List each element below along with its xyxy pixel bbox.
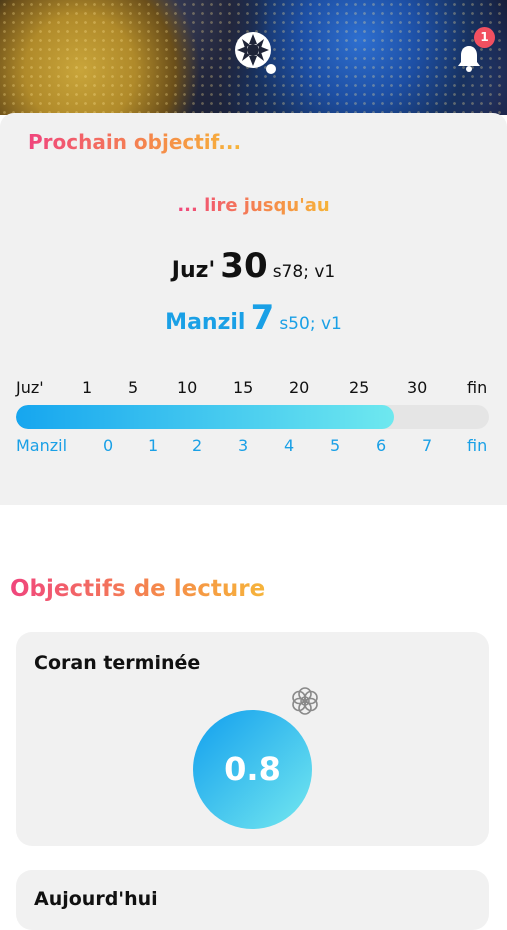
manzil-scale-tick: 3 [238,436,249,455]
manzil-scale-tick: 4 [284,436,295,455]
reading-progress-bar [16,405,489,429]
juz-scale-tick: 25 [349,378,370,397]
manzil-scale-tick: 6 [376,436,387,455]
manzil-scale-tick: fin [467,436,488,455]
today-card[interactable]: Aujourd'hui [16,870,489,930]
juz-scale-tick: 30 [407,378,428,397]
today-label: Aujourd'hui [34,888,158,910]
juz-scale-tick: fin [467,378,488,397]
juz-scale-tick: 1 [82,378,93,397]
juz-scale-tick: 5 [128,378,139,397]
manzil-scale-tick: 0 [103,436,114,455]
manzil-target-label: Manzil [165,310,246,335]
reading-progress-fill [16,405,395,429]
juz-scale-tick: 20 [289,378,310,397]
rosette-icon [292,687,318,715]
manzil-target-ref: s50; v1 [279,314,342,334]
juz-target-ref: s78; v1 [272,262,336,282]
manzil-target-value: 7 [250,298,275,338]
juz-scale-label: Juz' [16,378,44,397]
reading-goals-title: Objectifs de lecture [10,576,266,602]
manzil-scale-tick: 5 [330,436,341,455]
juz-scale-tick: 10 [177,378,198,397]
manzil-scale-label: Manzil [16,436,68,455]
manzil-scale-tick: 1 [148,436,159,455]
manzil-scale-tick: 2 [192,436,203,455]
manzil-scale-tick: 7 [422,436,433,455]
manzil-target: Manzil 7 s50; v1 [0,298,507,338]
header-banner: 1 [0,0,507,115]
rosette-logo-icon[interactable] [228,24,278,76]
quran-completed-card[interactable]: Coran terminée 0.8 [16,632,489,846]
notification-badge[interactable]: 1 [474,27,495,48]
quran-completed-label: Coran terminée [34,652,201,674]
read-until-label: ... lire jusqu'au [177,195,330,216]
bell-icon[interactable] [456,44,482,72]
juz-target-label: Juz' [171,258,216,283]
next-goal-title: Prochain objectif... [28,130,242,154]
quran-completed-value: 0.8 [193,710,312,829]
juz-scale-tick: 15 [233,378,254,397]
juz-target-value: 30 [220,246,268,286]
juz-target: Juz' 30 s78; v1 [0,246,507,286]
